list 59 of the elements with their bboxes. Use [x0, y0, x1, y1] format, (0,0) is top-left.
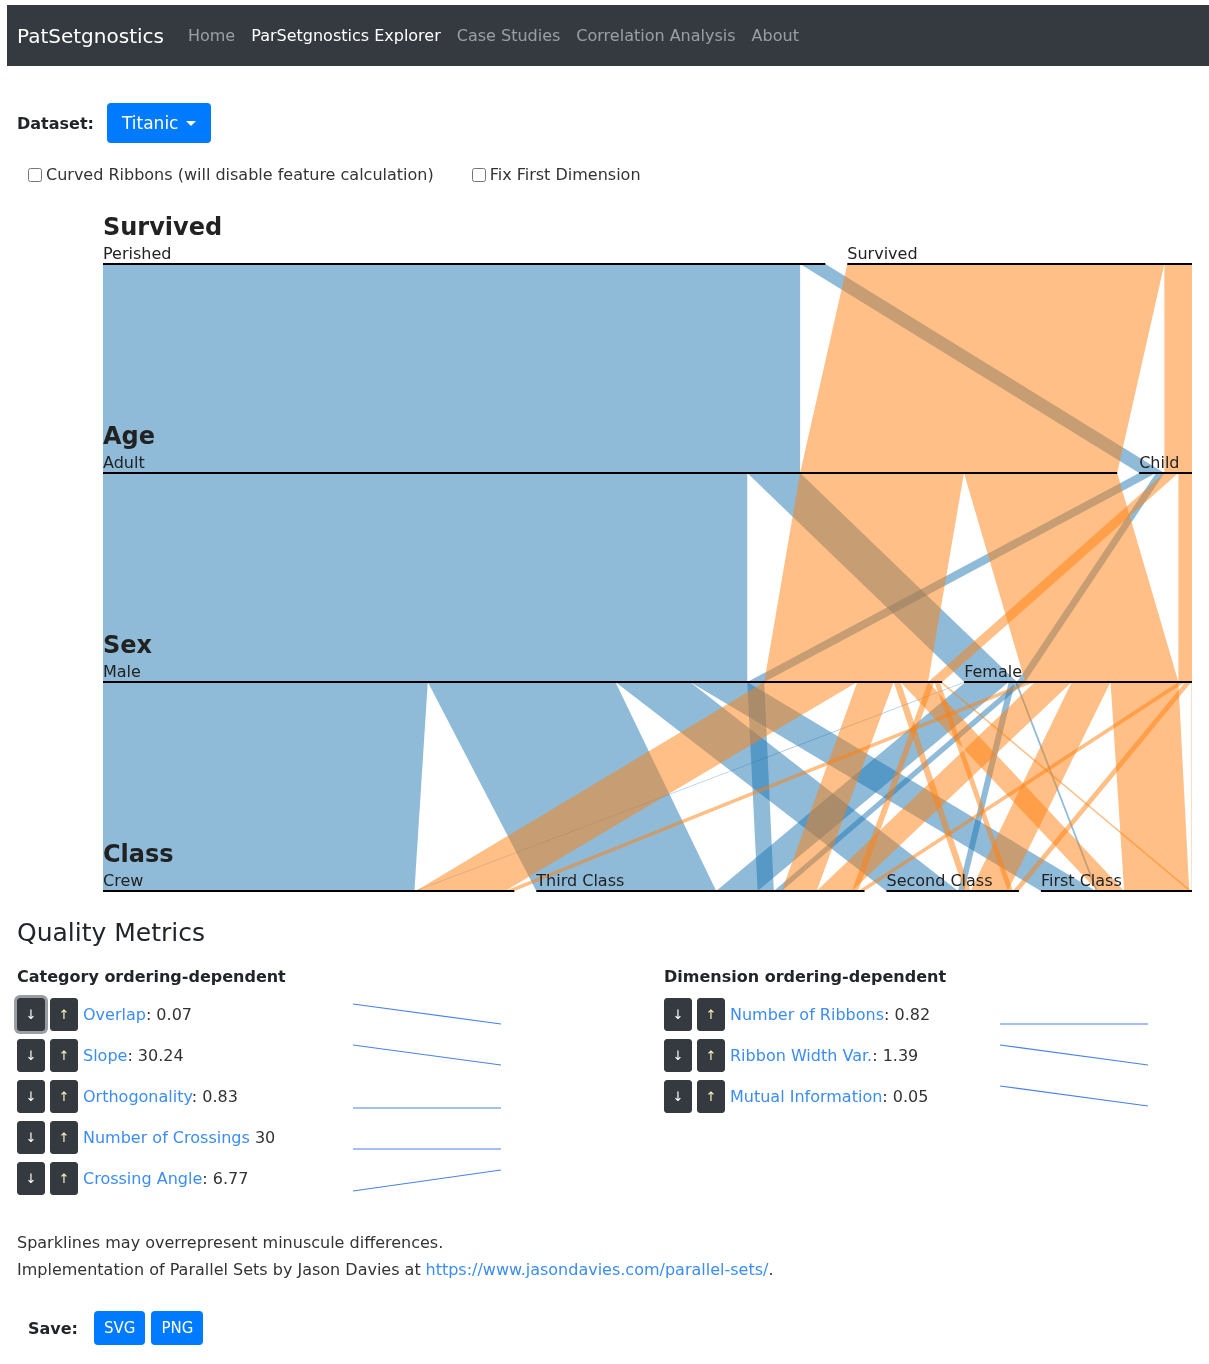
- category-label[interactable]: Second Class: [886, 871, 993, 890]
- axis-line: [1138, 472, 1193, 474]
- category-label[interactable]: Adult: [103, 453, 145, 472]
- metric-value: : 30.24: [127, 1046, 184, 1065]
- metric-value: : 0.05: [882, 1087, 929, 1106]
- sort-button[interactable]: ↑: [50, 998, 78, 1031]
- save-label: Save:: [28, 1318, 78, 1338]
- sort-button[interactable]: ↑: [50, 1039, 78, 1072]
- dimension-title[interactable]: Sex: [103, 631, 153, 659]
- save-button[interactable]: PNG: [151, 1311, 204, 1345]
- group-title: Category ordering-dependent: [17, 967, 287, 986]
- nav-link[interactable]: Correlation Analysis: [568, 26, 744, 45]
- category-label[interactable]: Child: [1139, 453, 1180, 472]
- option-checkbox[interactable]: Curved Ribbons (will disable feature calculation): [28, 165, 434, 184]
- section-title: Quality Metrics: [17, 918, 207, 947]
- metric-value: : 1.39: [872, 1046, 919, 1065]
- sort-button[interactable]: ↓: [17, 1039, 45, 1072]
- metric-value: : 6.77: [202, 1169, 249, 1188]
- checkbox[interactable]: [471, 167, 486, 182]
- dimension-title[interactable]: Survived: [103, 213, 223, 241]
- sort-button[interactable]: ↑: [50, 1162, 78, 1195]
- dataset-dropdown[interactable]: Titanic: [106, 103, 212, 143]
- category-label[interactable]: Male: [103, 662, 141, 681]
- dimension-title[interactable]: Class: [103, 840, 174, 868]
- group-title: Dimension ordering-dependent: [664, 967, 948, 986]
- metric-value: : 0.07: [145, 1005, 192, 1024]
- sort-button[interactable]: ↑: [697, 1080, 725, 1113]
- sort-button[interactable]: ↓: [664, 1039, 692, 1072]
- sort-button[interactable]: ↓: [664, 1080, 692, 1113]
- sort-button[interactable]: ↑: [50, 1121, 78, 1154]
- sort-button[interactable]: ↓: [17, 998, 45, 1031]
- dataset-label: Dataset:: [17, 113, 94, 133]
- note-text: Implementation of Parallel Sets by Jason Davies at https://www.jasondavies.com/parallel-sets/.: [17, 1259, 775, 1281]
- category-label[interactable]: Third Class: [536, 871, 625, 890]
- nav-link[interactable]: Home: [179, 26, 244, 45]
- metric-value: 30: [253, 1128, 276, 1147]
- sort-button[interactable]: ↑: [50, 1080, 78, 1113]
- sort-button[interactable]: ↓: [664, 998, 692, 1031]
- nav-link[interactable]: ParSetgnostics Explorer: [243, 26, 449, 45]
- category-label[interactable]: Crew: [103, 871, 144, 890]
- checkbox[interactable]: [28, 167, 42, 182]
- metric-value: : 0.82: [884, 1005, 931, 1024]
- nav-link[interactable]: Case Studies: [448, 26, 569, 45]
- sort-button[interactable]: ↓: [17, 1162, 45, 1195]
- nav-link[interactable]: About: [743, 26, 807, 45]
- category-label[interactable]: Survived: [847, 244, 918, 263]
- save-button[interactable]: SVG: [94, 1311, 146, 1345]
- brand-link[interactable]: PatSetgnostics: [17, 23, 164, 48]
- metric-value: : 0.83: [191, 1087, 238, 1106]
- note-text: Sparklines may overrepresent minuscule differences.: [17, 1232, 445, 1254]
- sort-button[interactable]: ↑: [697, 998, 725, 1031]
- category-label[interactable]: First Class: [1040, 871, 1122, 890]
- sort-button[interactable]: ↑: [697, 1039, 725, 1072]
- dimension-title[interactable]: Age: [103, 422, 156, 450]
- option-checkbox[interactable]: Fix First Dimension: [471, 165, 641, 184]
- caret-icon: [186, 120, 197, 126]
- sort-button[interactable]: ↓: [17, 1080, 45, 1113]
- category-label[interactable]: Perished: [103, 244, 172, 263]
- sort-button[interactable]: ↓: [17, 1121, 45, 1154]
